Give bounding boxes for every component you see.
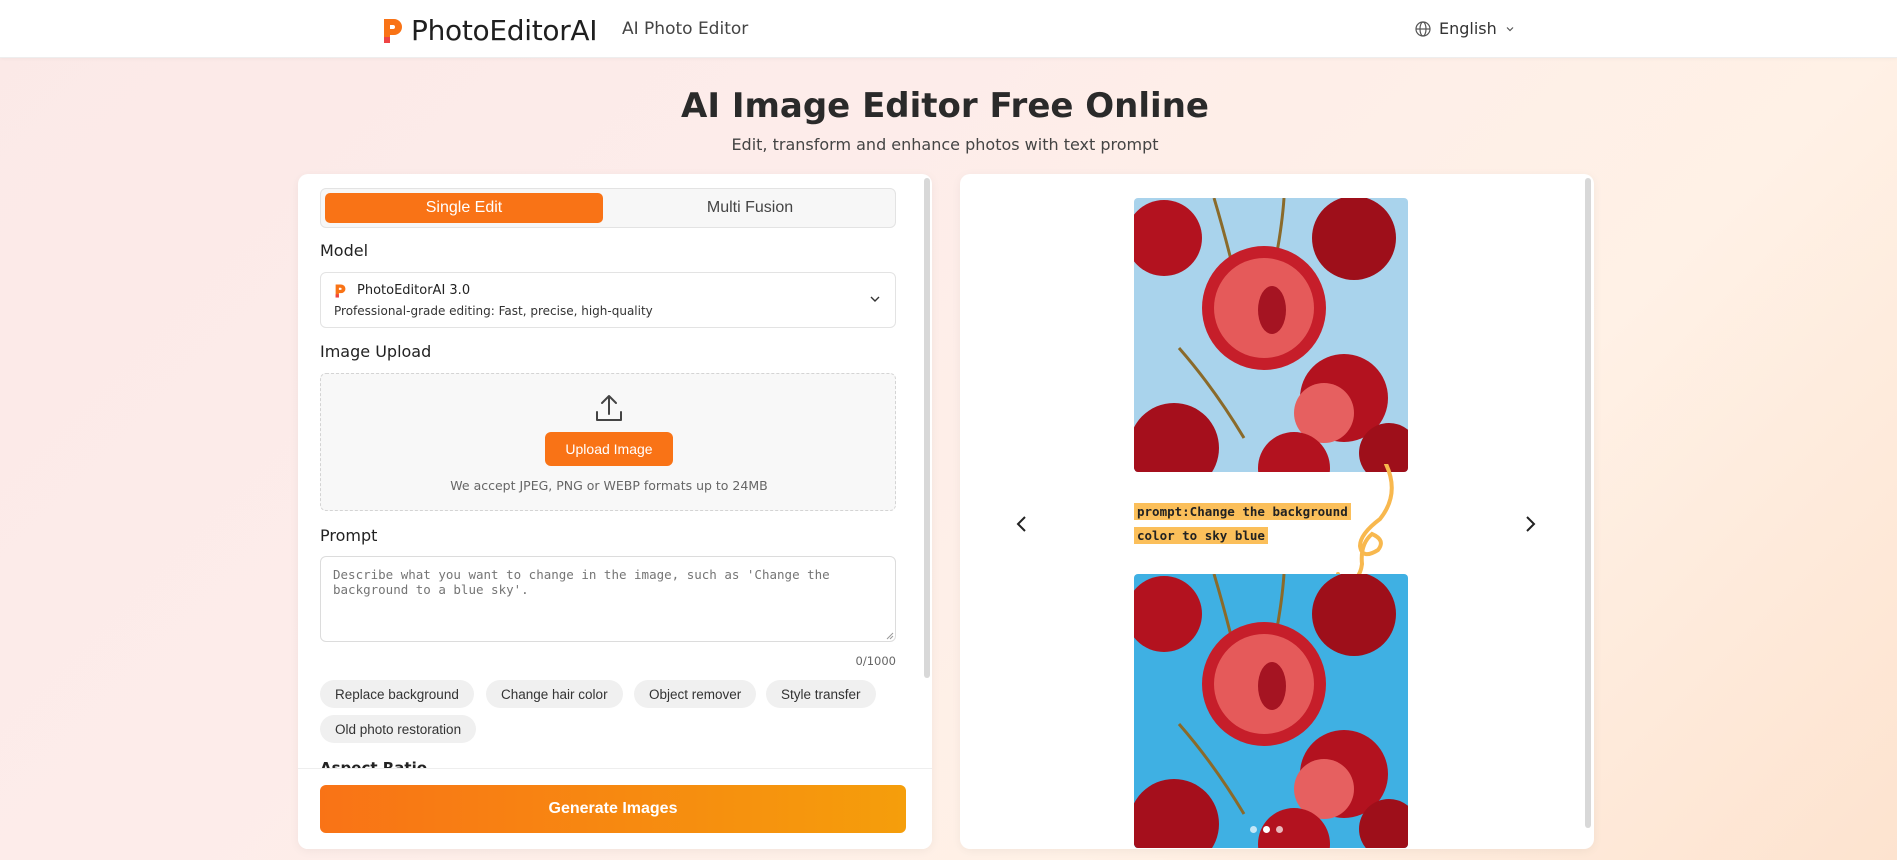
- upload-icon: [596, 395, 622, 421]
- upload-image-button[interactable]: Upload Image: [545, 432, 673, 466]
- prompt-caption-line-2: color to sky blue: [1134, 527, 1268, 544]
- page-title: AI Image Editor Free Online: [681, 86, 1209, 126]
- chevron-down-icon: [870, 296, 880, 302]
- chevron-right-icon[interactable]: [1518, 512, 1542, 536]
- model-name: PhotoEditorAI 3.0: [357, 283, 471, 298]
- chip-style-transfer[interactable]: Style transfer: [766, 680, 876, 708]
- upload-format-note: We accept JPEG, PNG or WEBP formats up t…: [450, 478, 768, 493]
- chip-change-hair-color[interactable]: Change hair color: [486, 680, 623, 708]
- prompt-input[interactable]: [320, 556, 896, 642]
- prompt-char-counter: 0/1000: [855, 654, 896, 668]
- preview-panel: prompt:Change the background color to sk…: [960, 174, 1594, 849]
- nav-ai-photo-editor[interactable]: AI Photo Editor: [622, 19, 748, 39]
- prompt-label: Prompt: [320, 526, 378, 545]
- editor-panel: Single Edit Multi Fusion Model PhotoEdit…: [298, 174, 932, 849]
- model-label: Model: [320, 241, 369, 260]
- prompt-caption-line-1: prompt:Change the background: [1134, 503, 1351, 520]
- before-image: [1134, 198, 1408, 472]
- editor-scrollbar[interactable]: [924, 178, 930, 678]
- generate-images-button[interactable]: Generate Images: [320, 785, 906, 833]
- model-select[interactable]: PhotoEditorAI 3.0 Professional-grade edi…: [320, 272, 896, 328]
- chevron-left-icon[interactable]: [1010, 512, 1034, 536]
- carousel-dots: [1250, 826, 1283, 833]
- chip-object-remover[interactable]: Object remover: [634, 680, 757, 708]
- after-image: [1134, 574, 1408, 848]
- model-description: Professional-grade editing: Fast, precis…: [334, 304, 653, 318]
- logo-icon: [384, 18, 402, 43]
- model-logo-icon: [335, 284, 346, 298]
- image-upload-label: Image Upload: [320, 342, 432, 361]
- generate-bar: Generate Images: [298, 768, 932, 849]
- preview-scrollbar[interactable]: [1585, 178, 1591, 828]
- tab-single-edit[interactable]: Single Edit: [325, 193, 603, 223]
- image-dropzone[interactable]: Upload Image We accept JPEG, PNG or WEBP…: [320, 373, 896, 511]
- carousel-dot-3[interactable]: [1276, 826, 1283, 833]
- chip-old-photo-restoration[interactable]: Old photo restoration: [320, 715, 477, 743]
- mode-tabs: Single Edit Multi Fusion: [320, 188, 896, 228]
- language-label: English: [1439, 19, 1497, 38]
- carousel-dot-2[interactable]: [1263, 826, 1270, 833]
- carousel-dot-1[interactable]: [1250, 826, 1257, 833]
- globe-icon: [1415, 20, 1431, 37]
- tab-multi-fusion[interactable]: Multi Fusion: [609, 193, 891, 223]
- page-subtitle: Edit, transform and enhance photos with …: [731, 135, 1159, 154]
- chip-replace-background[interactable]: Replace background: [320, 680, 474, 708]
- language-selector[interactable]: English: [1415, 19, 1515, 38]
- brand-name: PhotoEditorAI: [411, 14, 598, 47]
- chevron-down-icon: [1506, 26, 1514, 31]
- resize-handle-icon[interactable]: [886, 632, 894, 640]
- top-header: PhotoEditorAI AI Photo Editor English: [0, 0, 1897, 58]
- brand-logo[interactable]: PhotoEditorAI: [381, 14, 598, 47]
